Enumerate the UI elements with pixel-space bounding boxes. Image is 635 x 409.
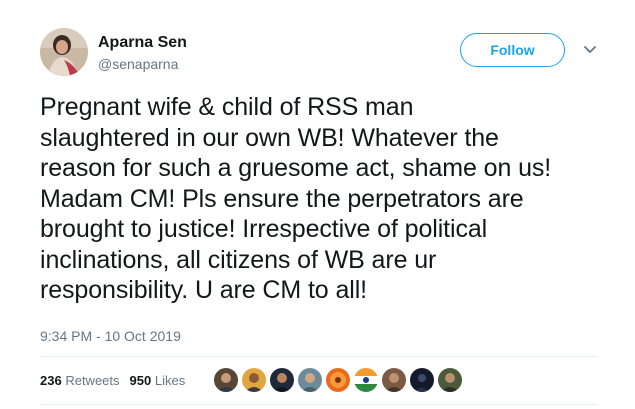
liker-avatar[interactable] — [326, 368, 350, 392]
likes-count: 950 — [129, 373, 152, 388]
more-options-button[interactable] — [580, 42, 600, 58]
tweet-timestamp[interactable]: 9:34 PM - 10 Oct 2019 — [40, 327, 181, 345]
likes-stat[interactable]: 950 Likes — [130, 372, 186, 390]
author-info: Aparna Sen @senaparna — [98, 33, 187, 73]
retweets-stat[interactable]: 236 Retweets — [40, 372, 120, 390]
follow-button[interactable]: Follow — [460, 33, 565, 67]
tweet-text: Pregnant wife & child of RSS man slaught… — [40, 93, 552, 304]
liker-avatar[interactable] — [242, 368, 266, 392]
author-display-name[interactable]: Aparna Sen — [98, 33, 187, 53]
liker-avatar[interactable] — [382, 368, 406, 392]
liker-avatars — [214, 368, 462, 392]
divider — [40, 356, 598, 357]
liker-avatar[interactable] — [438, 368, 462, 392]
retweets-label: Retweets — [65, 373, 120, 388]
bottom-divider — [40, 404, 598, 405]
tweet-stats: 236 Retweets 950 Likes — [40, 372, 185, 390]
chevron-down-icon — [584, 46, 596, 53]
liker-avatar[interactable] — [354, 368, 378, 392]
liker-avatar[interactable] — [214, 368, 238, 392]
liker-avatar[interactable] — [270, 368, 294, 392]
retweets-count: 236 — [40, 373, 62, 388]
author-handle[interactable]: @senaparna — [98, 55, 187, 73]
likes-label: Likes — [154, 373, 186, 388]
liker-avatar[interactable] — [298, 368, 322, 392]
liker-avatar[interactable] — [410, 368, 434, 392]
author-avatar[interactable] — [40, 28, 88, 76]
tweet-card: Aparna Sen @senaparna Follow Pregnant wi… — [0, 0, 635, 409]
